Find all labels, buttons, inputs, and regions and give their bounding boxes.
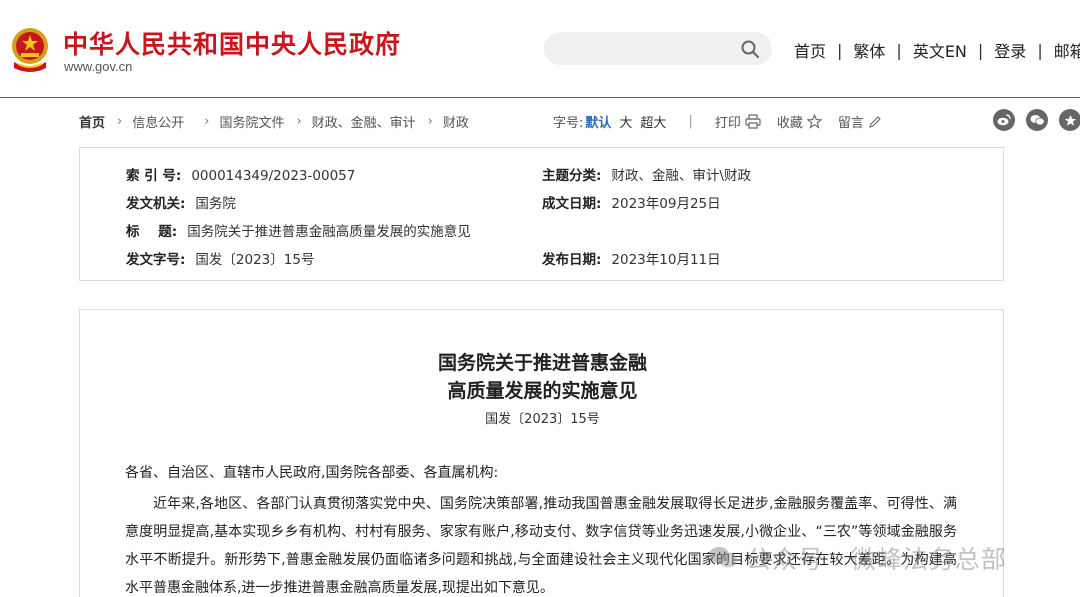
breadcrumb-separator-icon: › bbox=[427, 114, 433, 129]
meta-index-row: 索 引 号: 000014349/2023-00057 bbox=[126, 164, 355, 184]
share-icons bbox=[993, 109, 1080, 131]
meta-issuer-key: 发文机关: bbox=[126, 196, 186, 212]
document-title-line2: 高质量发展的实施意见 bbox=[447, 380, 638, 402]
site-url[interactable]: www.gov.cn bbox=[64, 59, 132, 74]
breadcrumb-item[interactable]: 财政、金融、审计 bbox=[312, 112, 416, 131]
meta-docno-key: 发文字号: bbox=[126, 252, 186, 268]
print-button[interactable]: 打印 bbox=[715, 112, 761, 131]
breadcrumb-separator-icon: › bbox=[204, 114, 210, 129]
favorite-label: 收藏 bbox=[776, 116, 803, 131]
meta-issuer-value: 国务院 bbox=[195, 196, 236, 212]
favorite-share-icon[interactable] bbox=[1059, 109, 1080, 131]
document-salutation: 各省、自治区、直辖市人民政府,国务院各部委、各直属机构: bbox=[125, 465, 499, 481]
nav-divider: | bbox=[1037, 40, 1043, 60]
meta-date-written-row: 成文日期: 2023年09月25日 bbox=[542, 192, 721, 212]
print-label: 打印 bbox=[714, 116, 741, 131]
search-input[interactable] bbox=[544, 32, 772, 65]
comment-button[interactable]: 留言 bbox=[838, 112, 882, 131]
meta-index-key: 索 引 号: bbox=[126, 168, 182, 184]
nav-english-link[interactable]: 英文EN bbox=[913, 38, 967, 62]
breadcrumb-item[interactable]: 信息公开 bbox=[132, 112, 184, 131]
breadcrumb-separator-icon: › bbox=[117, 114, 123, 129]
favorite-button[interactable]: 收藏 bbox=[777, 112, 822, 131]
wechat-share-icon[interactable] bbox=[1026, 109, 1048, 131]
meta-category-key: 主题分类: bbox=[542, 168, 602, 184]
tools-divider: | bbox=[688, 114, 693, 129]
nav-divider: | bbox=[837, 40, 843, 60]
meta-title-value: 国务院关于推进普惠金融高质量发展的实施意见 bbox=[187, 224, 471, 240]
meta-publish-value: 2023年10月11日 bbox=[611, 252, 721, 268]
nav-divider: | bbox=[977, 40, 984, 60]
wechat-watermark: 公众号 · 微峰法务总部 bbox=[708, 540, 1007, 576]
meta-date-written-value: 2023年09月25日 bbox=[611, 196, 721, 212]
site-title[interactable]: 中华人民共和国中央人民政府 bbox=[63, 25, 401, 61]
breadcrumb: 首页 › 信息公开 › 国务院文件 › 财政、金融、审计 › 财政 bbox=[79, 112, 469, 131]
meta-publish-key: 发布日期: bbox=[542, 252, 602, 268]
meta-title-row: 标 题: 国务院关于推进普惠金融高质量发展的实施意见 bbox=[126, 220, 471, 240]
font-size-large-button[interactable]: 大 bbox=[619, 112, 632, 131]
weibo-share-icon[interactable] bbox=[993, 109, 1015, 131]
comment-label: 留言 bbox=[837, 116, 864, 131]
watermark-text: 公众号 · 微峰法务总部 bbox=[746, 545, 1007, 574]
top-nav: 首页 | 繁体 | 英文EN | 登录 | 邮箱 bbox=[794, 38, 1080, 62]
breadcrumb-item[interactable]: 国务院文件 bbox=[219, 112, 284, 131]
wechat-logo-icon bbox=[709, 547, 737, 568]
meta-category-row: 主题分类: 财政、金融、审计\财政 bbox=[542, 164, 751, 184]
meta-date-written-key: 成文日期: bbox=[542, 196, 602, 212]
printer-icon bbox=[745, 114, 761, 129]
page-tools: 字号: 默认 大 超大 | 打印 收藏 留言 bbox=[553, 112, 898, 131]
nav-divider: | bbox=[896, 40, 902, 60]
font-size-default-button[interactable]: 默认 bbox=[585, 112, 611, 131]
document-title-line1: 国务院关于推进普惠金融 bbox=[437, 352, 647, 374]
site-header: 中华人民共和国中央人民政府 www.gov.cn 首页 | 繁体 | 英文EN … bbox=[0, 0, 1080, 98]
breadcrumb-home[interactable]: 首页 bbox=[79, 112, 105, 131]
meta-docno-value: 国发〔2023〕15号 bbox=[195, 252, 315, 268]
font-size-xlarge-button[interactable]: 超大 bbox=[640, 112, 666, 131]
meta-publish-row: 发布日期: 2023年10月11日 bbox=[542, 248, 721, 268]
meta-category-value: 财政、金融、审计\财政 bbox=[611, 168, 751, 184]
star-icon bbox=[806, 114, 822, 129]
nav-login-link[interactable]: 登录 bbox=[994, 38, 1026, 62]
nav-traditional-link[interactable]: 繁体 bbox=[853, 38, 885, 62]
nav-home-link[interactable]: 首页 bbox=[794, 38, 826, 62]
document-metadata-panel: 索 引 号: 000014349/2023-00057 主题分类: 财政、金融、审计… bbox=[79, 147, 1004, 281]
breadcrumb-toolbar-row: 首页 › 信息公开 › 国务院文件 › 财政、金融、审计 › 财政 字号: 默认… bbox=[79, 109, 1080, 132]
font-size-label: 字号: bbox=[553, 116, 584, 131]
breadcrumb-separator-icon: › bbox=[296, 114, 302, 129]
national-emblem-icon[interactable] bbox=[10, 26, 50, 72]
meta-title-key: 标 题: bbox=[126, 224, 178, 240]
meta-issuer-row: 发文机关: 国务院 bbox=[126, 192, 236, 212]
document-number: 国发〔2023〕15号 bbox=[485, 412, 600, 427]
breadcrumb-item[interactable]: 财政 bbox=[443, 112, 469, 131]
search-icon[interactable] bbox=[740, 39, 760, 59]
pencil-icon bbox=[869, 115, 881, 128]
meta-docno-row: 发文字号: 国发〔2023〕15号 bbox=[126, 248, 314, 268]
meta-index-value: 000014349/2023-00057 bbox=[191, 168, 356, 184]
nav-mail-link[interactable]: 邮箱 bbox=[1054, 38, 1080, 62]
